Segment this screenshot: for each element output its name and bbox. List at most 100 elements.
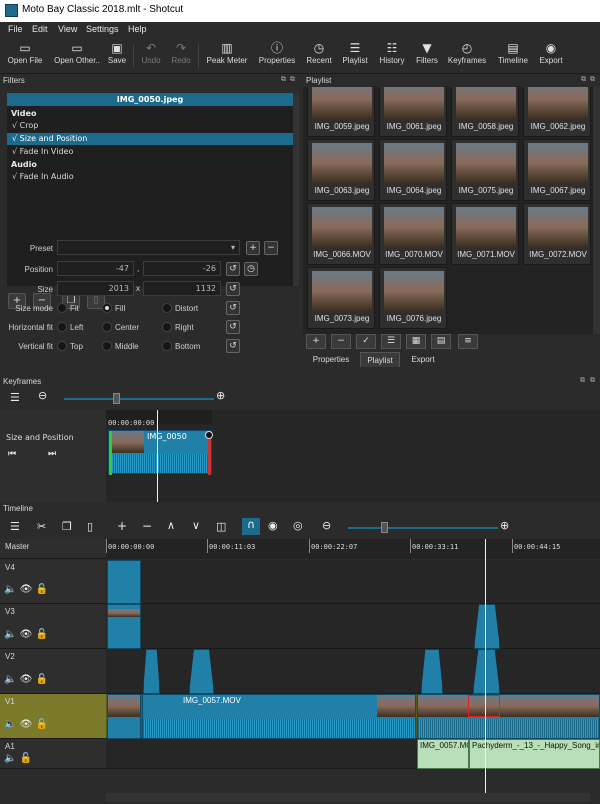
timeline-clip[interactable]	[473, 649, 500, 694]
reset-hfit-icon[interactable]: ↺	[226, 320, 240, 334]
filter-item-fade-in-audio[interactable]: √ Fade In Audio	[7, 171, 293, 183]
previous-keyframe-icon[interactable]: ⏮	[8, 449, 16, 459]
zoom-slider-handle[interactable]	[113, 393, 120, 404]
keyframes-button[interactable]: ◴ Keyframes	[446, 40, 488, 72]
playlist-item[interactable]: IMG_0058.jpeg	[451, 87, 519, 137]
keyframe-stopwatch-icon[interactable]: ◷	[244, 262, 258, 276]
properties-button[interactable]: ⓘ Properties	[256, 40, 298, 72]
eye-icon[interactable]: 👁	[20, 584, 33, 595]
size-mode-fit-radio[interactable]	[57, 303, 67, 313]
lock-icon[interactable]: 🔓	[36, 674, 48, 685]
timeline-clip[interactable]	[189, 649, 214, 694]
playlist-item[interactable]: IMG_0061.jpeg	[379, 87, 447, 137]
mute-icon[interactable]: 🔈	[4, 629, 16, 640]
playlist-item[interactable]: IMG_0059.jpeg	[307, 87, 375, 137]
playlist-details-view-button[interactable]: ☰	[381, 334, 401, 349]
timeline-clip[interactable]	[474, 604, 500, 649]
playlist-update-button[interactable]: ✓	[356, 334, 376, 349]
timeline-horizontal-scrollbar[interactable]	[106, 793, 590, 802]
size-height-field[interactable]: 1132	[143, 281, 221, 296]
playlist-item[interactable]: IMG_0062.jpeg	[523, 87, 591, 137]
close-icon[interactable]: ⧉	[590, 377, 595, 385]
reset-size-mode-icon[interactable]: ↺	[226, 301, 240, 315]
reset-position-icon[interactable]: ↺	[226, 262, 240, 276]
recent-button[interactable]: ◷ Recent	[304, 40, 334, 72]
reset-size-icon[interactable]: ↺	[226, 282, 240, 296]
scrub-icon[interactable]: ◉	[268, 519, 278, 532]
size-mode-fill-radio[interactable]	[102, 303, 112, 313]
vfit-top-radio[interactable]	[57, 341, 67, 351]
timeline-clip-img-0057[interactable]: IMG_0057.MOV	[142, 694, 416, 739]
track-lane-v1[interactable]: IMG_0057.MOV	[106, 694, 600, 739]
reset-vfit-icon[interactable]: ↺	[226, 339, 240, 353]
export-button[interactable]: ◉ Export	[536, 40, 566, 72]
lock-icon[interactable]: 🔓	[36, 629, 48, 640]
keyframes-playhead[interactable]	[157, 410, 158, 502]
menu-file[interactable]: File	[8, 24, 23, 34]
hfit-left-radio[interactable]	[57, 322, 67, 332]
playlist-remove-button[interactable]: −	[331, 334, 351, 349]
playlist-item[interactable]: IMG_0073.jpeg	[307, 267, 375, 329]
eye-icon[interactable]: 👁	[20, 719, 33, 730]
delete-preset-button[interactable]: −	[264, 241, 278, 255]
timeline-menu-icon[interactable]: ☰	[10, 520, 20, 533]
lock-icon[interactable]: 🔓	[36, 584, 48, 595]
history-button[interactable]: ☷ History	[376, 40, 408, 72]
track-header-v3[interactable]: V3 🔈 👁 🔓	[0, 604, 106, 649]
playlist-item[interactable]: IMG_0071.MOV	[451, 203, 519, 265]
menu-edit[interactable]: Edit	[32, 24, 48, 34]
playlist-item[interactable]: IMG_0070.MOV	[379, 203, 447, 265]
timeline-clip[interactable]	[421, 649, 443, 694]
save-button[interactable]: ▣ Save	[104, 40, 130, 72]
playlist-item[interactable]: IMG_0067.jpeg	[523, 139, 591, 201]
tab-playlist[interactable]: Playlist	[360, 352, 400, 367]
playlist-item[interactable]: IMG_0072.MOV	[523, 203, 591, 265]
eye-icon[interactable]: 👁	[20, 674, 33, 685]
append-icon[interactable]: +	[117, 519, 127, 533]
float-icon[interactable]: ⧉	[580, 377, 585, 385]
timeline-ruler[interactable]: 00:00:00:00 00:00:11:03 00:00:22:07 00:0…	[106, 539, 600, 559]
save-preset-button[interactable]: +	[246, 241, 260, 255]
preset-combo[interactable]: ▾	[57, 240, 240, 255]
playlist-item[interactable]: IMG_0075.jpeg	[451, 139, 519, 201]
track-header-a1[interactable]: A1 🔈 🔓	[0, 739, 106, 769]
ripple-icon[interactable]: ◎	[293, 519, 303, 532]
tab-export[interactable]: Export	[403, 352, 443, 367]
timeline-clip[interactable]	[107, 694, 141, 739]
ripple-delete-icon[interactable]: −	[142, 519, 152, 533]
peak-meter-button[interactable]: ▥ Peak Meter	[203, 40, 251, 72]
cut-icon[interactable]: ✂	[37, 520, 46, 533]
redo-button[interactable]: ↷ Redo	[168, 40, 194, 72]
playlist-tiles-view-button[interactable]: ▦	[406, 334, 426, 349]
playlist-menu-button[interactable]: ≡	[458, 334, 478, 349]
timeline-zoom-handle[interactable]	[381, 522, 388, 533]
filter-item-fade-in-video[interactable]: √ Fade In Video	[7, 146, 293, 158]
timeline-clip[interactable]	[143, 649, 160, 694]
overwrite-icon[interactable]: ∨	[192, 519, 200, 532]
playlist-item[interactable]: IMG_0076.jpeg	[379, 267, 447, 329]
track-lane-v4[interactable]	[106, 560, 600, 604]
open-file-button[interactable]: ▭ Open File	[4, 40, 46, 72]
filter-list-scrollbar[interactable]	[293, 93, 299, 286]
playlist-add-button[interactable]: +	[306, 334, 326, 349]
keyframes-clip[interactable]: IMG_0050	[108, 430, 213, 475]
keyframe-marker[interactable]	[205, 431, 213, 439]
zoom-in-icon[interactable]: ⊕	[500, 519, 509, 532]
mute-icon[interactable]: 🔈	[4, 584, 16, 595]
zoom-out-icon[interactable]: ⊖	[38, 389, 47, 402]
track-header-v4[interactable]: V4 🔈 👁 🔓	[0, 560, 106, 604]
track-lane-a1[interactable]: IMG_0057.MOV Pachyderm_-_13_-_Happy_Song…	[106, 739, 600, 769]
tab-properties[interactable]: Properties	[305, 352, 357, 367]
playlist-item[interactable]: IMG_0064.jpeg	[379, 139, 447, 201]
timeline-button[interactable]: ▤ Timeline	[494, 40, 532, 72]
size-mode-distort-radio[interactable]	[162, 303, 172, 313]
timeline-clip[interactable]	[107, 604, 141, 649]
open-other-button[interactable]: ▭ Open Other..	[50, 40, 104, 72]
vfit-middle-radio[interactable]	[102, 341, 112, 351]
menu-help[interactable]: Help	[128, 24, 147, 34]
zoom-slider[interactable]	[64, 398, 214, 400]
timeline-playhead[interactable]	[485, 539, 486, 793]
close-icon[interactable]: ⧉	[590, 76, 595, 84]
lock-icon[interactable]: 🔓	[20, 753, 32, 764]
position-y-field[interactable]: -26	[143, 261, 221, 276]
